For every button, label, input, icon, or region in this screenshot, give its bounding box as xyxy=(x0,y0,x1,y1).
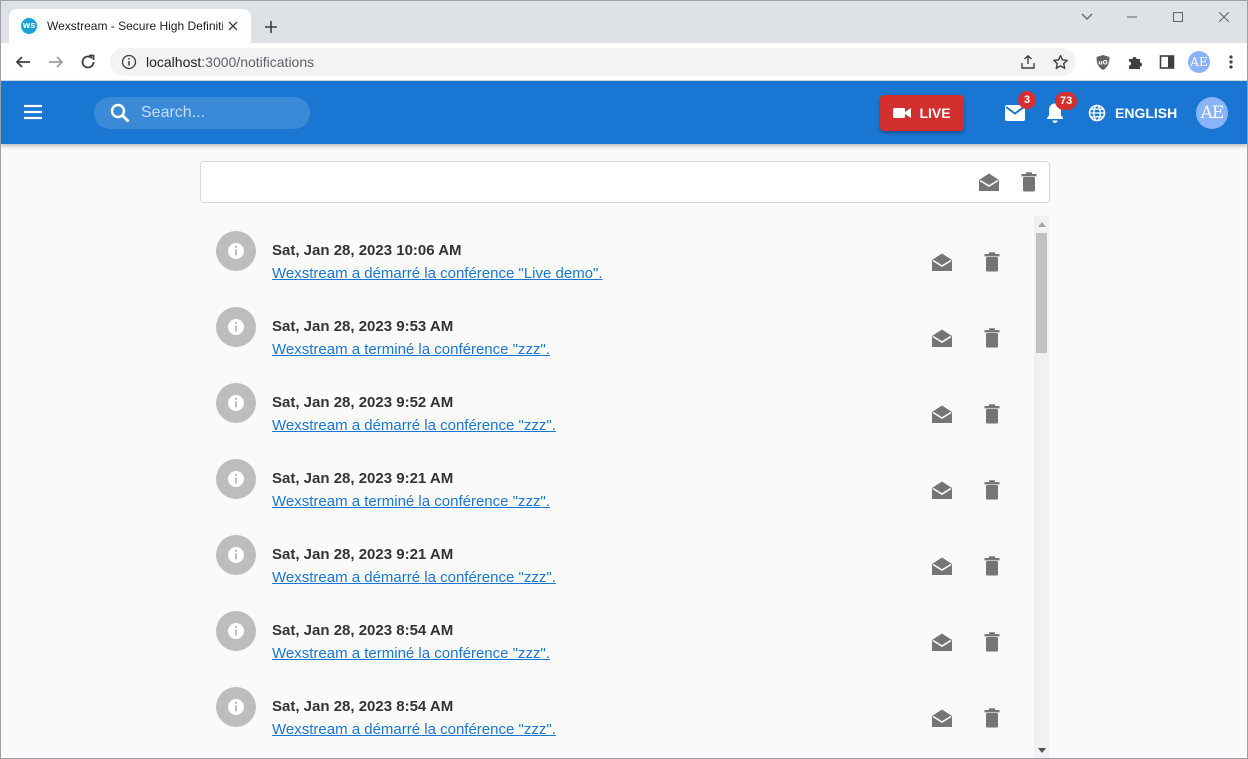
notification-message-link[interactable]: Wexstream a terminé la conférence "zzz". xyxy=(272,341,550,358)
notification-item: Sat, Jan 28, 2023 8:54 AM Wexstream a dém… xyxy=(200,672,1030,748)
globe-icon xyxy=(1088,104,1106,122)
notification-date: Sat, Jan 28, 2023 10:06 AM xyxy=(272,242,462,259)
tab-close-icon[interactable] xyxy=(225,18,241,34)
browser-window: WS Wexstream - Secure High Definition lo… xyxy=(0,0,1248,759)
live-button[interactable]: LIVE xyxy=(880,95,964,131)
mark-read-icon[interactable] xyxy=(930,478,954,502)
delete-all-icon[interactable] xyxy=(1017,170,1041,194)
delete-icon[interactable] xyxy=(980,402,1004,426)
search-icon xyxy=(110,103,130,123)
notification-date: Sat, Jan 28, 2023 8:54 AM xyxy=(272,622,454,639)
app-bar: LIVE 3 73 ENGLISH AE xyxy=(1,81,1247,144)
mark-read-icon[interactable] xyxy=(930,554,954,578)
notification-date: Sat, Jan 28, 2023 9:21 AM xyxy=(272,470,454,487)
notification-message-link[interactable]: Wexstream a démarré la conférence "zzz". xyxy=(272,569,556,586)
share-icon[interactable] xyxy=(1018,52,1038,72)
notification-date: Sat, Jan 28, 2023 9:21 AM xyxy=(272,546,454,563)
close-window-icon[interactable] xyxy=(1201,1,1247,33)
tab-search-chevron-icon[interactable] xyxy=(1075,5,1099,29)
hamburger-menu-icon[interactable] xyxy=(21,100,45,124)
scroll-down-arrow-icon[interactable] xyxy=(1034,744,1049,756)
info-icon xyxy=(216,459,256,499)
notification-message-link[interactable]: Wexstream a démarré la conférence "zzz". xyxy=(272,721,556,738)
browser-tab[interactable]: WS Wexstream - Secure High Definition xyxy=(9,9,251,43)
live-button-label: LIVE xyxy=(919,105,951,121)
delete-icon[interactable] xyxy=(980,478,1004,502)
notification-message-link[interactable]: Wexstream a démarré la conférence "Live … xyxy=(272,265,603,282)
search-box xyxy=(94,97,310,129)
forward-icon[interactable] xyxy=(42,48,70,76)
notifications-button[interactable]: 73 xyxy=(1043,92,1078,125)
delete-icon[interactable] xyxy=(980,630,1004,654)
user-avatar[interactable]: AE xyxy=(1196,97,1228,129)
side-panel-icon[interactable] xyxy=(1151,48,1183,76)
language-label: ENGLISH xyxy=(1115,105,1178,121)
extensions-puzzle-icon[interactable] xyxy=(1119,48,1151,76)
back-icon[interactable] xyxy=(9,48,37,76)
delete-icon[interactable] xyxy=(980,326,1004,350)
bulk-actions-bar xyxy=(200,161,1050,203)
tab-favicon: WS xyxy=(21,18,37,34)
mark-read-icon[interactable] xyxy=(930,402,954,426)
mark-read-icon[interactable] xyxy=(930,706,954,730)
window-controls xyxy=(1109,1,1247,33)
delete-icon[interactable] xyxy=(980,554,1004,578)
mark-read-icon[interactable] xyxy=(930,250,954,274)
search-input[interactable] xyxy=(141,97,301,129)
svg-text:uO: uO xyxy=(1098,59,1107,66)
url-host: localhost xyxy=(146,54,202,70)
chrome-menu-icon[interactable] xyxy=(1215,48,1247,76)
notification-item: Sat, Jan 28, 2023 8:54 AM Wexstream a ter… xyxy=(200,596,1030,672)
maximize-icon[interactable] xyxy=(1155,1,1201,33)
messages-button[interactable]: 3 xyxy=(1003,91,1036,125)
notification-date: Sat, Jan 28, 2023 9:53 AM xyxy=(272,318,454,335)
tab-strip: WS Wexstream - Secure High Definition xyxy=(1,1,1247,43)
info-icon xyxy=(216,611,256,651)
new-tab-icon[interactable] xyxy=(259,15,283,39)
bookmark-star-icon[interactable] xyxy=(1050,52,1070,72)
info-icon xyxy=(216,307,256,347)
language-selector[interactable]: ENGLISH xyxy=(1088,101,1177,125)
notification-item: Sat, Jan 28, 2023 9:53 AM Wexstream a ter… xyxy=(200,292,1030,368)
notifications-badge: 73 xyxy=(1055,92,1078,110)
notification-item: Sat, Jan 28, 2023 9:52 AM Wexstream a dém… xyxy=(200,368,1030,444)
video-camera-icon xyxy=(893,108,912,118)
notification-date: Sat, Jan 28, 2023 8:54 AM xyxy=(272,698,454,715)
notification-date: Sat, Jan 28, 2023 9:52 AM xyxy=(272,394,454,411)
notification-item: Sat, Jan 28, 2023 9:21 AM Wexstream a dém… xyxy=(200,520,1030,596)
url-text: localhost:3000/notifications xyxy=(146,54,314,70)
tab-title: Wexstream - Secure High Definition xyxy=(47,19,223,33)
notification-item: Sat, Jan 28, 2023 9:21 AM Wexstream a ter… xyxy=(200,444,1030,520)
info-icon xyxy=(216,231,256,271)
notification-message-link[interactable]: Wexstream a terminé la conférence "zzz". xyxy=(272,645,550,662)
notification-message-link[interactable]: Wexstream a terminé la conférence "zzz". xyxy=(272,493,550,510)
mark-all-read-icon[interactable] xyxy=(977,170,1001,194)
info-icon xyxy=(216,383,256,423)
profile-initials: AE xyxy=(1188,51,1210,73)
info-icon xyxy=(216,535,256,575)
url-path: :3000/notifications xyxy=(201,54,315,70)
notification-message-link[interactable]: Wexstream a démarré la conférence "zzz". xyxy=(272,417,556,434)
notification-list: Sat, Jan 28, 2023 10:06 AM Wexstream a dé… xyxy=(200,216,1050,758)
address-bar[interactable]: localhost:3000/notifications xyxy=(110,48,1076,76)
scroll-up-arrow-icon[interactable] xyxy=(1034,218,1049,230)
site-info-icon[interactable] xyxy=(121,54,137,70)
info-icon xyxy=(216,687,256,727)
list-scrollbar[interactable] xyxy=(1034,216,1049,758)
messages-badge: 3 xyxy=(1018,91,1036,109)
delete-icon[interactable] xyxy=(980,706,1004,730)
mark-read-icon[interactable] xyxy=(930,630,954,654)
ublock-shield-icon[interactable]: uO xyxy=(1087,48,1119,76)
browser-toolbar: localhost:3000/notifications uO AE xyxy=(1,43,1247,81)
minimize-icon[interactable] xyxy=(1109,1,1155,33)
mark-read-icon[interactable] xyxy=(930,326,954,350)
notification-item: Sat, Jan 28, 2023 10:06 AM Wexstream a dé… xyxy=(200,216,1030,292)
delete-icon[interactable] xyxy=(980,250,1004,274)
scroll-thumb[interactable] xyxy=(1036,233,1047,353)
profile-avatar-mini[interactable]: AE xyxy=(1183,48,1215,76)
reload-icon[interactable] xyxy=(74,48,102,76)
